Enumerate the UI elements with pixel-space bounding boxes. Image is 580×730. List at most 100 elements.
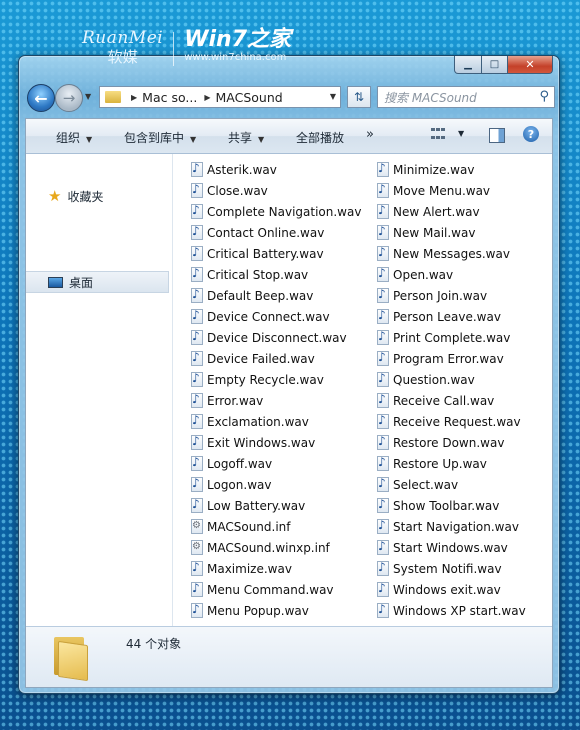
file-item[interactable]: Device Disconnect.wav <box>191 327 361 348</box>
file-item[interactable]: Critical Battery.wav <box>191 243 361 264</box>
search-input[interactable]: 搜索 MACSound ⚲ <box>377 86 555 108</box>
refresh-button[interactable]: ⇅ <box>347 86 371 108</box>
file-name: Receive Call.wav <box>393 393 495 408</box>
file-item[interactable]: Low Battery.wav <box>191 495 361 516</box>
file-name: Print Complete.wav <box>393 330 511 345</box>
help-icon[interactable]: ? <box>523 126 539 142</box>
file-item[interactable]: Question.wav <box>377 369 526 390</box>
file-name: Device Connect.wav <box>207 309 330 324</box>
address-dropdown-icon[interactable]: ▼ <box>330 92 336 101</box>
include-in-library-menu[interactable]: 包含到库中 ▼ <box>124 129 196 146</box>
file-name: New Alert.wav <box>393 204 480 219</box>
close-button[interactable]: ✕ <box>508 56 553 74</box>
recent-pages-dropdown[interactable]: ▼ <box>85 92 91 101</box>
view-options-dropdown[interactable]: ▼ <box>458 129 464 138</box>
file-item[interactable]: Select.wav <box>377 474 526 495</box>
audio-file-icon <box>191 497 203 513</box>
file-item[interactable]: Device Connect.wav <box>191 306 361 327</box>
audio-file-icon <box>377 224 389 240</box>
maximize-button[interactable]: □ <box>482 56 508 74</box>
file-item[interactable]: Windows XP start.wav <box>377 600 526 621</box>
file-name: Person Join.wav <box>393 288 488 303</box>
file-item[interactable]: Error.wav <box>191 390 361 411</box>
file-item[interactable]: Empty Recycle.wav <box>191 369 361 390</box>
file-item[interactable]: New Messages.wav <box>377 243 526 264</box>
breadcrumb-segment-parent[interactable]: Mac so... <box>142 90 197 105</box>
file-item[interactable]: Exclamation.wav <box>191 411 361 432</box>
file-item[interactable]: Program Error.wav <box>377 348 526 369</box>
file-item[interactable]: Maximize.wav <box>191 558 361 579</box>
file-item[interactable]: Start Windows.wav <box>377 537 526 558</box>
share-menu[interactable]: 共享 ▼ <box>228 129 264 146</box>
breadcrumb-chevron-icon[interactable]: ▶ <box>204 93 210 102</box>
search-icon[interactable]: ⚲ <box>539 89 549 104</box>
file-name: Windows XP start.wav <box>393 603 526 618</box>
file-item[interactable]: Close.wav <box>191 180 361 201</box>
command-bar: 组织 ▼ 包含到库中 ▼ 共享 ▼ 全部播放 » ▼ ? <box>26 119 552 154</box>
audio-file-icon <box>191 413 203 429</box>
file-item[interactable]: MACSound.inf <box>191 516 361 537</box>
file-item[interactable]: Start Navigation.wav <box>377 516 526 537</box>
explorer-content: 组织 ▼ 包含到库中 ▼ 共享 ▼ 全部播放 » ▼ ? ★ 收藏夹 桌面 Aster… <box>25 118 553 688</box>
file-item[interactable]: Windows exit.wav <box>377 579 526 600</box>
file-name: MACSound.inf <box>207 519 291 534</box>
file-item[interactable]: Person Leave.wav <box>377 306 526 327</box>
audio-file-icon <box>191 245 203 261</box>
file-name: Asterik.wav <box>207 162 277 177</box>
file-item[interactable]: Restore Down.wav <box>377 432 526 453</box>
file-item[interactable]: Move Menu.wav <box>377 180 526 201</box>
nav-item-favorites[interactable]: ★ 收藏夹 <box>26 185 169 207</box>
file-item[interactable]: Logoff.wav <box>191 453 361 474</box>
file-item[interactable]: Asterik.wav <box>191 159 361 180</box>
file-item[interactable]: New Mail.wav <box>377 222 526 243</box>
audio-file-icon <box>377 434 389 450</box>
file-item[interactable]: New Alert.wav <box>377 201 526 222</box>
chevron-down-icon: ▼ <box>258 135 265 144</box>
play-all-button[interactable]: 全部播放 <box>296 129 344 146</box>
audio-file-icon <box>191 161 203 177</box>
file-item[interactable]: MACSound.winxp.inf <box>191 537 361 558</box>
file-name: Device Disconnect.wav <box>207 330 347 345</box>
nav-item-desktop[interactable]: 桌面 <box>26 271 169 293</box>
preview-pane-icon[interactable] <box>489 128 505 143</box>
file-name: Logoff.wav <box>207 456 273 471</box>
audio-file-icon <box>377 497 389 513</box>
address-box[interactable]: ▶ Mac so... ▶ MACSound ▼ <box>99 86 341 108</box>
file-item[interactable]: Open.wav <box>377 264 526 285</box>
file-item[interactable]: Minimize.wav <box>377 159 526 180</box>
file-item[interactable]: Logon.wav <box>191 474 361 495</box>
file-item[interactable]: Receive Request.wav <box>377 411 526 432</box>
file-item[interactable]: Contact Online.wav <box>191 222 361 243</box>
file-item[interactable]: Default Beep.wav <box>191 285 361 306</box>
file-item[interactable]: Receive Call.wav <box>377 390 526 411</box>
audio-file-icon <box>191 350 203 366</box>
organize-menu[interactable]: 组织 ▼ <box>56 129 92 146</box>
file-item[interactable]: Complete Navigation.wav <box>191 201 361 222</box>
breadcrumb-chevron-icon[interactable]: ▶ <box>131 93 137 102</box>
minimize-button[interactable]: ▁ <box>454 56 482 74</box>
file-name: Person Leave.wav <box>393 309 501 324</box>
file-item[interactable]: Critical Stop.wav <box>191 264 361 285</box>
more-commands-button[interactable]: » <box>366 127 374 142</box>
back-button[interactable]: ← <box>27 84 55 112</box>
change-view-icon[interactable] <box>431 128 447 142</box>
file-item[interactable]: Menu Popup.wav <box>191 600 361 621</box>
file-item[interactable]: System Notifi.wav <box>377 558 526 579</box>
file-name: Device Failed.wav <box>207 351 315 366</box>
file-name: Start Navigation.wav <box>393 519 519 534</box>
file-item[interactable]: Show Toolbar.wav <box>377 495 526 516</box>
address-bar-row: ← → ▼ ▶ Mac so... ▶ MACSound ▼ ⇅ 搜索 MACS… <box>25 82 555 116</box>
breadcrumb-segment-current[interactable]: MACSound <box>215 90 282 105</box>
file-item[interactable]: Person Join.wav <box>377 285 526 306</box>
forward-arrow-icon: → <box>62 89 76 107</box>
forward-button[interactable]: → <box>55 84 83 112</box>
file-name: Menu Popup.wav <box>207 603 309 618</box>
file-item[interactable]: Menu Command.wav <box>191 579 361 600</box>
file-item[interactable]: Print Complete.wav <box>377 327 526 348</box>
file-name: Receive Request.wav <box>393 414 521 429</box>
file-item[interactable]: Exit Windows.wav <box>191 432 361 453</box>
audio-file-icon <box>377 161 389 177</box>
file-item[interactable]: Restore Up.wav <box>377 453 526 474</box>
file-item[interactable]: Device Failed.wav <box>191 348 361 369</box>
file-name: Empty Recycle.wav <box>207 372 324 387</box>
